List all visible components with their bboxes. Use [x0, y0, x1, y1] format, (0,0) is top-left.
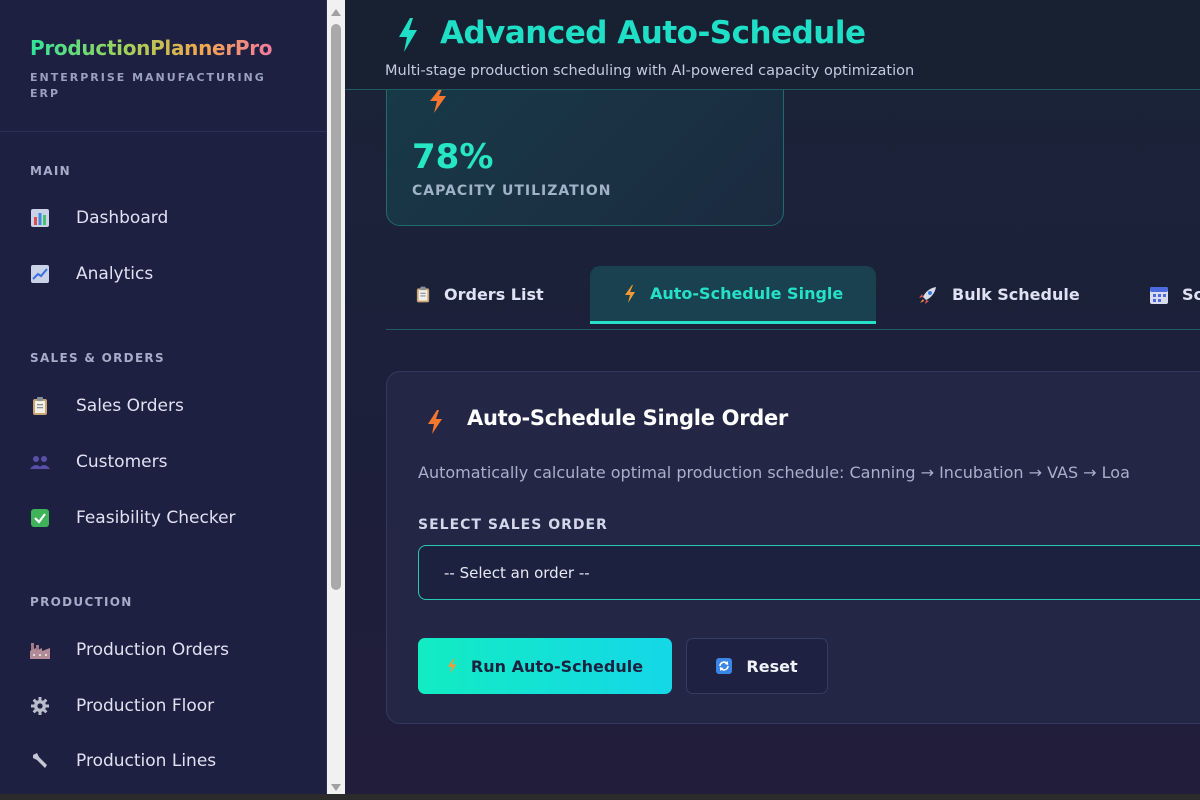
section-title-sales: SALES & ORDERS — [30, 351, 165, 365]
sidebar-item-production-floor[interactable]: Production Floor — [30, 686, 310, 726]
main-content: Advanced Auto-Schedule Multi-stage produ… — [345, 0, 1200, 800]
people-icon — [30, 452, 50, 472]
sidebar-item-label: Analytics — [76, 264, 154, 284]
sidebar-item-label: Dashboard — [76, 208, 169, 228]
reset-label: Reset — [746, 656, 798, 676]
tab-label: Auto-Schedule Single — [650, 284, 844, 303]
schedule-tabs: Orders List Auto-Schedule Single Bulk Sc… — [386, 266, 1200, 330]
page-subtitle: Multi-stage production scheduling with A… — [385, 63, 915, 79]
sidebar-item-production-lines[interactable]: Production Lines — [30, 741, 310, 781]
scroll-down-arrow-icon[interactable] — [331, 784, 341, 791]
sidebar-item-label: Sales Orders — [76, 396, 184, 416]
window-bottom-edge — [0, 794, 1200, 800]
sidebar: ProductionPlannerPro ENTERPRISE MANUFACT… — [0, 0, 327, 800]
sidebar-item-label: Feasibility Checker — [76, 508, 236, 528]
auto-schedule-single-panel: Auto-Schedule Single Order Automatically… — [386, 371, 1200, 724]
reset-button[interactable]: Reset — [686, 638, 828, 694]
sidebar-item-production-orders[interactable]: Production Orders — [30, 630, 310, 670]
section-title-main: MAIN — [30, 164, 71, 178]
wrench-icon — [30, 751, 50, 771]
sidebar-item-sales-orders[interactable]: Sales Orders — [30, 386, 310, 426]
sidebar-item-dashboard[interactable]: Dashboard — [30, 198, 310, 238]
sidebar-item-analytics[interactable]: Analytics — [30, 254, 310, 294]
scroll-up-arrow-icon[interactable] — [331, 9, 341, 16]
sidebar-item-label: Customers — [76, 452, 168, 472]
panel-description: Automatically calculate optimal producti… — [418, 463, 1130, 482]
section-title-production: PRODUCTION — [30, 595, 133, 609]
clipboard-icon — [416, 286, 430, 303]
tab-orders-list[interactable]: Orders List — [416, 266, 544, 323]
sidebar-item-label: Production Orders — [76, 640, 230, 660]
page-header: Advanced Auto-Schedule Multi-stage produ… — [345, 0, 1200, 90]
run-auto-schedule-label: Run Auto-Schedule — [470, 656, 644, 676]
brand-subtitle: ENTERPRISE MANUFACTURING ERP — [30, 71, 266, 100]
capacity-utilization-label: CAPACITY UTILIZATION — [412, 183, 612, 199]
refresh-icon — [716, 658, 733, 674]
panel-title: Auto-Schedule Single Order — [467, 406, 788, 430]
lightning-icon — [427, 410, 443, 434]
run-auto-schedule-button[interactable]: Run Auto-Schedule — [418, 638, 672, 694]
tab-bulk-schedule[interactable]: Bulk Schedule — [918, 266, 1080, 323]
tab-schedule[interactable]: Sc — [1150, 266, 1200, 323]
tab-label: Bulk Schedule — [952, 285, 1080, 304]
capacity-utilization-value: 78% — [412, 137, 494, 177]
sales-order-select[interactable]: -- Select an order -- — [418, 545, 1200, 600]
gear-icon — [30, 696, 50, 716]
scroll-thumb[interactable] — [331, 24, 341, 590]
brand-title[interactable]: ProductionPlannerPro — [30, 36, 296, 60]
bar-chart-icon — [30, 208, 50, 228]
brand: ProductionPlannerPro ENTERPRISE MANUFACT… — [0, 0, 326, 132]
page-title: Advanced Auto-Schedule — [440, 15, 866, 51]
rocket-icon — [918, 286, 938, 304]
lightning-icon — [397, 18, 419, 52]
select-sales-order-label: SELECT SALES ORDER — [418, 517, 608, 533]
clipboard-icon — [30, 396, 50, 416]
sidebar-scrollbar[interactable] — [327, 0, 345, 800]
sidebar-item-label: Production Floor — [76, 696, 215, 716]
sales-order-select-value: -- Select an order -- — [444, 563, 590, 582]
sidebar-item-feasibility-checker[interactable]: Feasibility Checker — [30, 498, 310, 538]
tab-auto-schedule-single[interactable]: Auto-Schedule Single — [590, 266, 876, 324]
calendar-icon — [1150, 286, 1168, 304]
tab-label: Sc — [1182, 285, 1200, 304]
lightning-icon — [427, 87, 449, 113]
factory-icon — [30, 640, 50, 660]
lightning-icon — [624, 284, 636, 303]
trend-chart-icon — [30, 264, 50, 284]
sidebar-item-customers[interactable]: Customers — [30, 442, 310, 482]
lightning-icon — [447, 658, 457, 674]
sidebar-item-label: Production Lines — [76, 751, 217, 771]
check-box-icon — [30, 508, 50, 528]
tab-label: Orders List — [444, 285, 544, 304]
